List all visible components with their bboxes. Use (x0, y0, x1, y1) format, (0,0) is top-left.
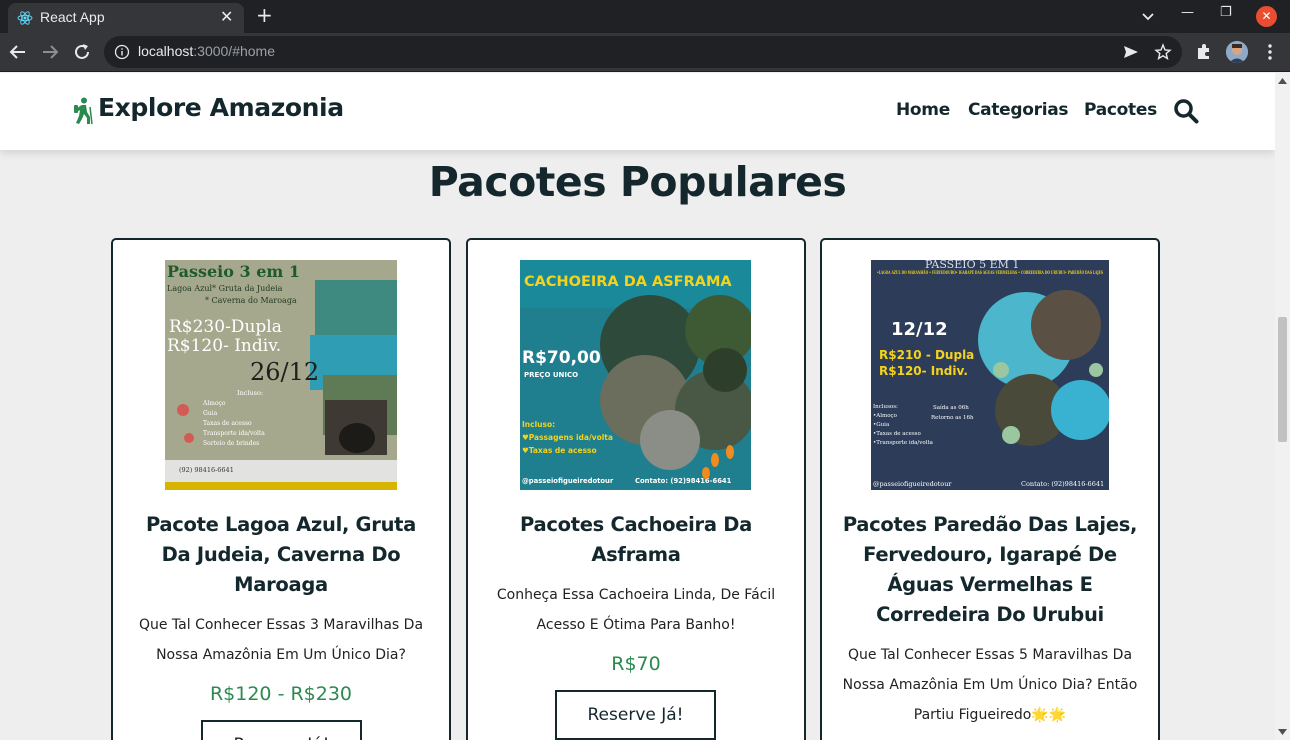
package-price: R$70 (611, 653, 661, 675)
browser-toolbar: localhost:3000/#home (0, 33, 1290, 72)
tab-title: React App (40, 9, 105, 25)
browser-menu-icon[interactable] (1259, 41, 1281, 63)
profile-avatar[interactable] (1226, 41, 1248, 63)
close-window-button[interactable]: ✕ (1256, 6, 1277, 27)
section-title: Pacotes Populares (428, 158, 847, 206)
site-header: Explore Amazonia Home Categorias Pacotes (0, 73, 1275, 150)
extensions-puzzle-icon[interactable] (1194, 42, 1214, 62)
svg-text:(92) 98416-6641: (92) 98416-6641 (179, 466, 234, 474)
reload-icon[interactable] (71, 41, 93, 63)
new-tab-button[interactable]: + (256, 4, 273, 26)
svg-text:♥Taxas de acesso: ♥Taxas de acesso (522, 446, 597, 455)
svg-text:•Transporte ida/volta: •Transporte ida/volta (873, 440, 934, 446)
svg-text:Lagoa Azul* Gruta da Judeia: Lagoa Azul* Gruta da Judeia (167, 284, 283, 293)
svg-text:Saída as 06h: Saída as 06h (933, 404, 969, 411)
send-icon[interactable] (1122, 43, 1140, 61)
svg-text:Sorteio de brindes: Sorteio de brindes (203, 440, 259, 447)
package-card: CACHOEIRA DA ASFRAMA R$70,00 PREÇO UNICO… (466, 238, 806, 740)
browser-tab-bar: React App ✕ + — ❐ ✕ (0, 0, 1290, 33)
svg-text:Retorno as 16h: Retorno as 16h (931, 415, 974, 421)
nav-link-pacotes[interactable]: Pacotes (1084, 100, 1157, 120)
bookmark-star-icon[interactable] (1154, 43, 1172, 61)
package-card: PASSEIO 5 EM 1 •LAGOA AZUL DO MARANHÃO •… (820, 238, 1160, 740)
svg-text:•LAGOA AZUL DO MARANHÃO • FERV: •LAGOA AZUL DO MARANHÃO • FERVEDOURO• IG… (877, 268, 1103, 276)
svg-text:R$70,00: R$70,00 (522, 348, 601, 368)
svg-text:R$120- Indiv.: R$120- Indiv. (167, 336, 281, 356)
scrollbar-thumb[interactable] (1278, 317, 1287, 442)
svg-text:Contato: (92)98416-6641: Contato: (92)98416-6641 (635, 477, 732, 485)
tab-close-icon[interactable]: ✕ (220, 7, 233, 26)
search-icon[interactable] (1173, 98, 1199, 124)
package-title: Pacote Lagoa Azul, Gruta Da Judeia, Cave… (145, 513, 417, 596)
reserve-button[interactable]: Reserve Já! (555, 690, 716, 740)
package-price: R$120 - R$230 (209, 683, 353, 705)
hiking-icon (74, 97, 93, 125)
svg-text:•Almoço: •Almoço (873, 413, 898, 419)
scroll-up-arrow-icon[interactable] (1278, 77, 1287, 85)
svg-text:Passeio 3 em 1: Passeio 3 em 1 (167, 262, 300, 281)
package-poster-image[interactable]: PASSEIO 5 EM 1 •LAGOA AZUL DO MARANHÃO •… (871, 260, 1109, 490)
package-poster-image[interactable]: CACHOEIRA DA ASFRAMA R$70,00 PREÇO UNICO… (520, 260, 751, 490)
address-bar[interactable]: localhost:3000/#home (104, 36, 1182, 68)
url-text[interactable]: localhost:3000/#home (138, 43, 275, 59)
package-title: Pacotes Cachoeira Da Asframa (520, 513, 752, 566)
nav-link-categorias[interactable]: Categorias (968, 100, 1069, 120)
site-logo[interactable]: Explore Amazonia (98, 93, 344, 122)
svg-text:Almoço: Almoço (202, 400, 226, 407)
svg-text:Incluso:: Incluso: (237, 389, 263, 397)
svg-text:•Taxas de acesso: •Taxas de acesso (873, 431, 921, 437)
reserve-button[interactable]: Reserve Já! (201, 720, 362, 740)
svg-text:* Caverna do Maroaga: * Caverna do Maroaga (205, 296, 297, 305)
svg-text:R$230-Dupla: R$230-Dupla (169, 317, 282, 337)
svg-text:@passeiofigueiredotour: @passeiofigueiredotour (522, 477, 614, 485)
minimize-button[interactable]: — (1181, 5, 1194, 20)
package-poster-image[interactable]: Passeio 3 em 1 Lagoa Azul* Gruta da Jude… (165, 260, 397, 490)
svg-text:Taxas de acesso: Taxas de acesso (203, 420, 252, 427)
svg-text:CACHOEIRA DA ASFRAMA: CACHOEIRA DA ASFRAMA (524, 274, 732, 290)
svg-text:Inclusos:: Inclusos: (873, 404, 898, 410)
svg-text:R$120- Indiv.: R$120- Indiv. (879, 364, 968, 378)
svg-text:@passeiofigueiredotour: @passeiofigueiredotour (873, 480, 952, 488)
package-description: Conheça Essa Cachoeira Linda, De Fácil A… (496, 587, 776, 633)
restore-button[interactable]: ❐ (1220, 5, 1232, 20)
scroll-down-arrow-icon[interactable] (1278, 728, 1287, 736)
svg-text:Incluso:: Incluso: (522, 420, 555, 429)
nav-link-home[interactable]: Home (896, 100, 950, 120)
package-description: Que Tal Conhecer Essas 5 Maravilhas Da N… (842, 647, 1138, 723)
svg-text:Transporte ida/volta: Transporte ida/volta (203, 430, 265, 437)
svg-text:♥Passagens ida/volta: ♥Passagens ida/volta (522, 433, 613, 442)
forward-arrow-icon[interactable] (39, 41, 61, 63)
svg-text:12/12: 12/12 (891, 319, 948, 340)
page-scrollbar[interactable] (1275, 73, 1290, 740)
page-viewport: Explore Amazonia Home Categorias Pacotes… (0, 73, 1275, 740)
svg-text:Guia: Guia (203, 410, 218, 417)
svg-text:•Guia: •Guia (873, 422, 890, 428)
react-logo-icon (17, 11, 33, 25)
site-info-icon[interactable] (114, 44, 130, 60)
svg-text:26/12: 26/12 (250, 358, 319, 386)
package-title: Pacotes Paredão Das Lajes, Fervedouro, I… (842, 513, 1138, 626)
tab-search-chevron-icon[interactable] (1141, 9, 1155, 23)
browser-tab[interactable]: React App ✕ (8, 3, 244, 33)
svg-text:R$210 - Dupla: R$210 - Dupla (879, 348, 974, 362)
svg-text:PREÇO UNICO: PREÇO UNICO (524, 371, 578, 379)
svg-text:Contato: (92)98416-6641: Contato: (92)98416-6641 (1021, 480, 1104, 488)
package-card: Passeio 3 em 1 Lagoa Azul* Gruta da Jude… (111, 238, 451, 740)
package-description: Que Tal Conhecer Essas 3 Maravilhas Da N… (138, 617, 424, 663)
back-arrow-icon[interactable] (7, 41, 29, 63)
